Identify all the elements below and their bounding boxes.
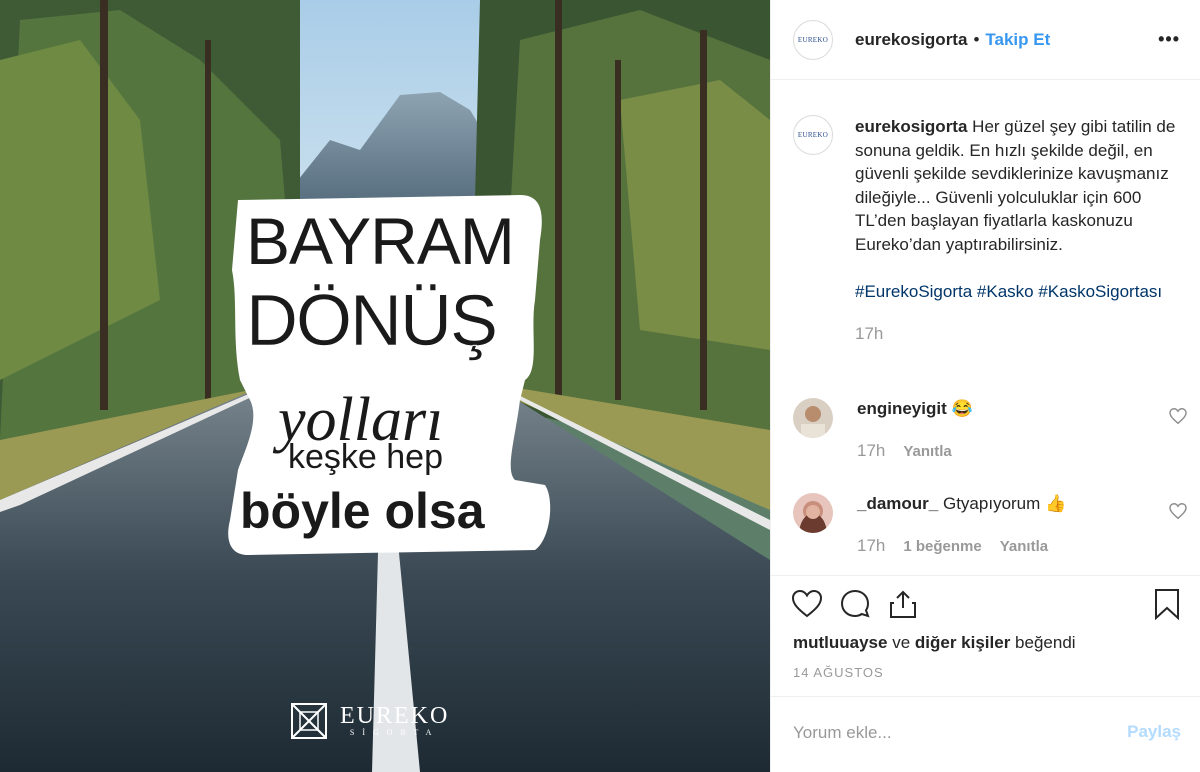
- reply-button[interactable]: Yanıtla: [1000, 536, 1048, 558]
- comment-item: _damour_ Gtyapıyorum 👍 17h 1 beğenme Yan…: [793, 493, 1193, 558]
- likes-others-link[interactable]: diğer kişiler: [915, 633, 1010, 652]
- headline-line1: BAYRAM: [246, 204, 514, 278]
- commenter-avatar[interactable]: [793, 493, 833, 533]
- headline-line5: böyle olsa: [240, 483, 486, 539]
- commenter-avatar[interactable]: [793, 398, 833, 438]
- more-options-icon[interactable]: •••: [1158, 29, 1180, 50]
- comment-username[interactable]: engineyigit: [857, 399, 947, 418]
- comment-like-heart-icon[interactable]: [1169, 503, 1187, 519]
- comment-time[interactable]: 17h: [857, 535, 885, 557]
- caption-avatar[interactable]: EUREKO: [793, 115, 833, 155]
- caption-hashtags[interactable]: #EurekoSigorta #Kasko #KaskoSigortası: [855, 280, 1183, 304]
- follow-button[interactable]: Takip Et: [985, 30, 1050, 50]
- avatar-logo-text: EUREKO: [797, 35, 829, 44]
- eureko-watermark: EUREKO SİGORTA: [288, 700, 449, 742]
- comment-likes-count[interactable]: 1 beğenme: [903, 536, 981, 558]
- headline-line4: keşke hep: [288, 438, 443, 476]
- avatar-photo-icon: [793, 398, 833, 438]
- post-date[interactable]: 14 AĞUSTOS: [793, 665, 884, 680]
- post-header: EUREKO eurekosigorta • Takip Et •••: [771, 0, 1200, 80]
- likes-summary: mutluuayse ve diğer kişiler beğendi: [793, 633, 1076, 653]
- brand-subtitle: SİGORTA: [349, 728, 440, 737]
- likes-suffix: beğendi: [1010, 633, 1076, 652]
- reply-button[interactable]: Yanıtla: [903, 441, 951, 463]
- caption-username[interactable]: eurekosigorta: [855, 117, 967, 136]
- brand-name: EUREKO: [340, 703, 450, 729]
- like-heart-icon[interactable]: [791, 588, 823, 620]
- comment-text: 😂: [951, 399, 973, 418]
- comment-item: engineyigit 😂 17h Yanıtla: [793, 398, 1193, 463]
- post-side-panel: EUREKO eurekosigorta • Takip Et ••• EURE…: [770, 0, 1200, 772]
- comment-bubble-icon[interactable]: [839, 588, 871, 620]
- add-comment-bar: Paylaş: [771, 696, 1200, 772]
- headline-line2: DÖNÜŞ: [246, 281, 496, 361]
- avatar-photo-icon: [793, 493, 833, 533]
- post-comment-button[interactable]: Paylaş: [1127, 722, 1181, 742]
- likes-conjunction: ve: [887, 633, 915, 652]
- comments-section[interactable]: EUREKO eurekosigorta Her güzel şey gibi …: [771, 81, 1200, 575]
- likes-username[interactable]: mutluuayse: [793, 633, 887, 652]
- comment-input[interactable]: [791, 715, 1095, 751]
- comment-like-heart-icon[interactable]: [1169, 408, 1187, 424]
- post-image[interactable]: BAYRAM DÖNÜŞ yolları keşke hep böyle ols…: [0, 0, 770, 772]
- share-upload-icon[interactable]: [887, 588, 919, 620]
- separator-dot: •: [973, 29, 980, 49]
- comment-time[interactable]: 17h: [857, 440, 885, 462]
- caption-time[interactable]: 17h: [855, 322, 1183, 346]
- post-caption: EUREKO eurekosigorta Her güzel şey gibi …: [793, 115, 1183, 345]
- account-username[interactable]: eurekosigorta: [855, 30, 967, 50]
- eureko-logo-icon: [291, 703, 327, 739]
- headline-sticker: BAYRAM DÖNÜŞ yolları keşke hep böyle ols…: [228, 195, 551, 556]
- account-avatar[interactable]: EUREKO: [793, 19, 833, 60]
- avatar-logo-text: EUREKO: [797, 131, 829, 139]
- post-actions: mutluuayse ve diğer kişiler beğendi 14 A…: [771, 575, 1200, 695]
- bookmark-icon[interactable]: [1151, 588, 1183, 620]
- comment-text: Gtyapıyorum 👍: [942, 494, 1067, 513]
- caption-text: Her güzel şey gibi tatilin de sonuna gel…: [855, 117, 1176, 254]
- comment-username[interactable]: _damour_: [857, 494, 938, 513]
